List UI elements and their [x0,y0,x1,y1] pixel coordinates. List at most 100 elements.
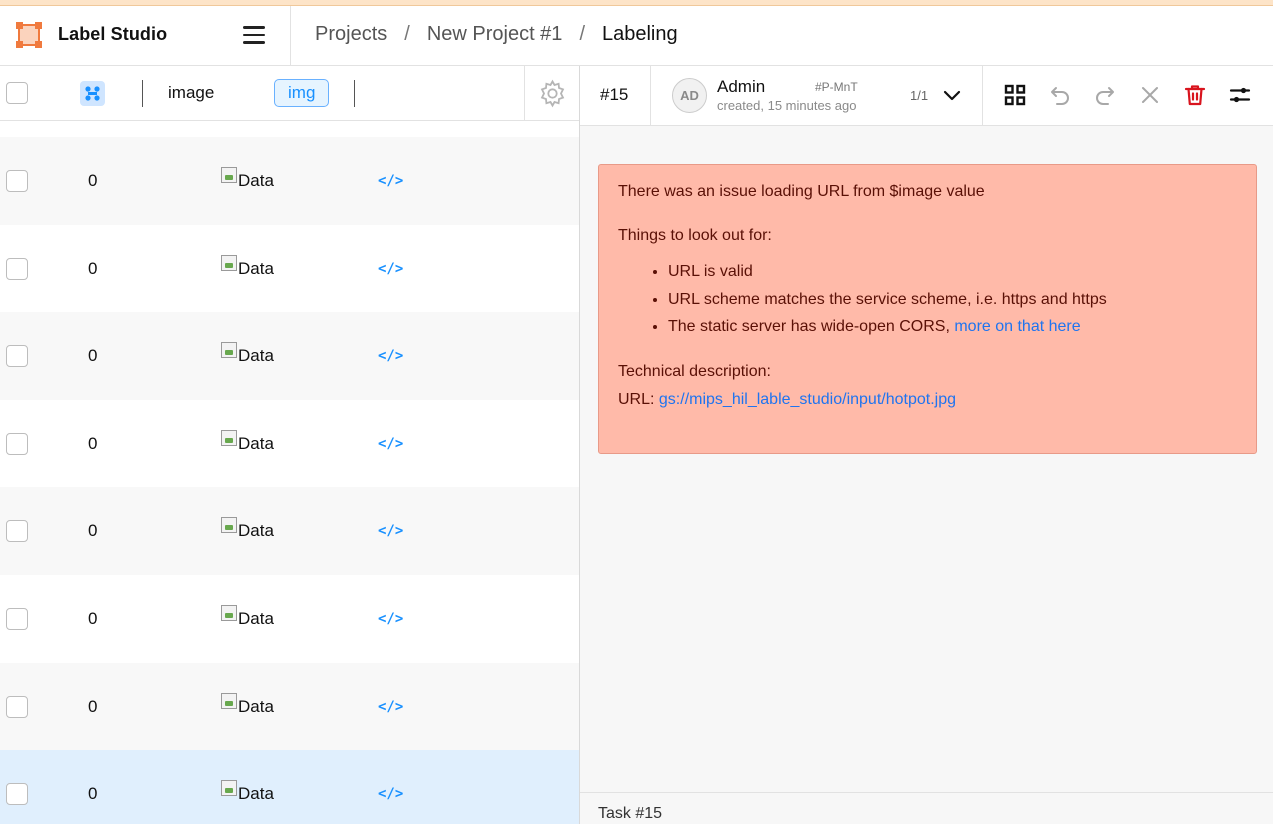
breadcrumb-projects[interactable]: Projects [315,23,387,46]
error-title: There was an issue loading URL from $ima… [618,183,985,200]
column-type-icon[interactable] [80,81,105,106]
row-checkbox[interactable] [6,783,28,806]
task-footer: Task #15 [580,792,1273,824]
table-row[interactable]: 0 Data </> [0,225,579,313]
menu-hamburger-icon[interactable] [243,26,265,44]
breadcrumb-project[interactable]: New Project #1 [427,23,563,46]
row-value: 0 [88,171,98,190]
row-checkbox[interactable] [6,432,28,455]
list-item: URL is valid [668,262,1237,281]
column-header-image[interactable]: image [168,83,214,103]
table-rows: 0 Data </> 0 Data </> 0 Data </> 0 Data … [0,137,579,824]
chevron-down-icon[interactable] [942,86,962,106]
code-view-icon[interactable]: </> [378,523,403,539]
image-alt-text: Data [238,171,274,190]
broken-image: Data [221,692,274,717]
row-value: 0 [88,696,98,716]
image-alt-text: Data [238,696,274,716]
row-value: 0 [88,784,98,804]
annotator-name: Admin [717,77,766,96]
breadcrumb-current: Labeling [602,23,678,45]
url-label: URL: [618,391,659,409]
broken-image-icon [221,429,237,446]
breadcrumb: Projects / New Project #1 / Labeling [315,23,678,46]
annotation-toolbar: #15 AD Admin #P-MnT created, 15 minutes … [580,66,1273,126]
avatar: AD [672,78,707,113]
broken-image-icon [221,254,237,271]
broken-image: Data [221,167,274,191]
table-row[interactable]: 0 Data </> [0,137,579,225]
task-id: #15 [580,66,651,125]
table-row-selected[interactable]: 0 Data </> [0,750,579,824]
code-view-icon[interactable]: </> [378,786,403,802]
image-alt-text: Data [238,608,274,628]
code-view-icon[interactable]: </> [378,173,403,189]
code-view-icon[interactable]: </> [378,261,403,277]
row-checkbox[interactable] [6,170,28,192]
error-lookout-heading: Things to look out for: [618,227,772,245]
labeling-panel: #15 AD Admin #P-MnT created, 15 minutes … [580,66,1273,824]
row-checkbox[interactable] [6,695,28,718]
image-alt-text: Data [238,521,274,541]
error-tech-heading: Technical description: [618,362,771,380]
broken-image: Data [221,604,274,629]
label-studio-logo-icon [16,22,42,48]
broken-image: Data [221,429,274,454]
app-header: Label Studio Projects / New Project #1 /… [0,6,1273,66]
brand-name: Label Studio [58,24,168,44]
row-checkbox[interactable] [6,257,28,280]
column-separator [354,80,355,107]
close-icon[interactable] [1138,83,1162,107]
broken-image: Data [221,780,274,804]
cors-help-link[interactable]: more on that here [954,318,1080,335]
broken-image-icon [221,692,237,709]
checklist-text: The static server has wide-open CORS, [668,317,955,335]
delete-icon[interactable] [1183,83,1207,107]
column-tag-img[interactable]: img [274,79,330,107]
table-row[interactable]: 0 Data </> [0,312,579,400]
annotation-count: 1/1 [910,88,929,103]
image-alt-text: Data [238,258,274,278]
annotation-created-time: created, 15 minutes ago [717,98,857,113]
list-item: The static server has wide-open CORS, mo… [668,317,1237,336]
broken-image: Data [221,342,274,366]
code-view-icon[interactable]: </> [378,348,403,364]
redo-icon[interactable] [1093,83,1117,107]
broken-image-icon [221,517,237,534]
column-separator [142,80,143,107]
table-header: image img [0,66,579,121]
row-checkbox[interactable] [6,607,28,630]
error-url-line: URL: gs://mips_hil_lable_studio/input/ho… [618,390,1237,409]
image-load-error-alert: There was an issue loading URL from $ima… [598,164,1257,454]
annotation-id: #P-MnT [815,80,858,94]
table-row[interactable]: 0 Data </> [0,662,579,751]
table-row[interactable]: 0 Data </> [0,400,579,488]
footer-task-label: Task #15 [598,805,663,822]
list-item: URL scheme matches the service scheme, i… [668,290,1237,309]
error-url-link[interactable]: gs://mips_hil_lable_studio/input/hotpot.… [659,391,956,408]
gear-icon[interactable] [538,79,567,108]
broken-image-icon [221,780,237,797]
broken-image-icon [221,342,237,359]
row-value: 0 [88,258,98,278]
row-checkbox[interactable] [6,345,28,368]
table-row[interactable]: 0 Data </> [0,487,579,575]
broken-image-icon [221,604,237,621]
select-all-checkbox[interactable] [6,82,28,104]
broken-image-icon [221,167,237,183]
row-value: 0 [88,433,98,453]
row-value: 0 [88,608,98,628]
broken-image: Data [221,254,274,279]
image-alt-text: Data [238,433,274,453]
table-row[interactable]: 0 Data </> [0,575,579,663]
code-view-icon[interactable]: </> [378,611,403,627]
code-view-icon[interactable]: </> [378,699,403,715]
undo-icon[interactable] [1048,83,1072,107]
image-alt-text: Data [238,346,274,366]
code-view-icon[interactable]: </> [378,436,403,452]
row-value: 0 [88,346,98,366]
grid-icon[interactable] [1003,83,1027,107]
settings-sliders-icon[interactable] [1228,83,1252,107]
row-checkbox[interactable] [6,520,28,543]
column-settings-area [524,66,579,121]
